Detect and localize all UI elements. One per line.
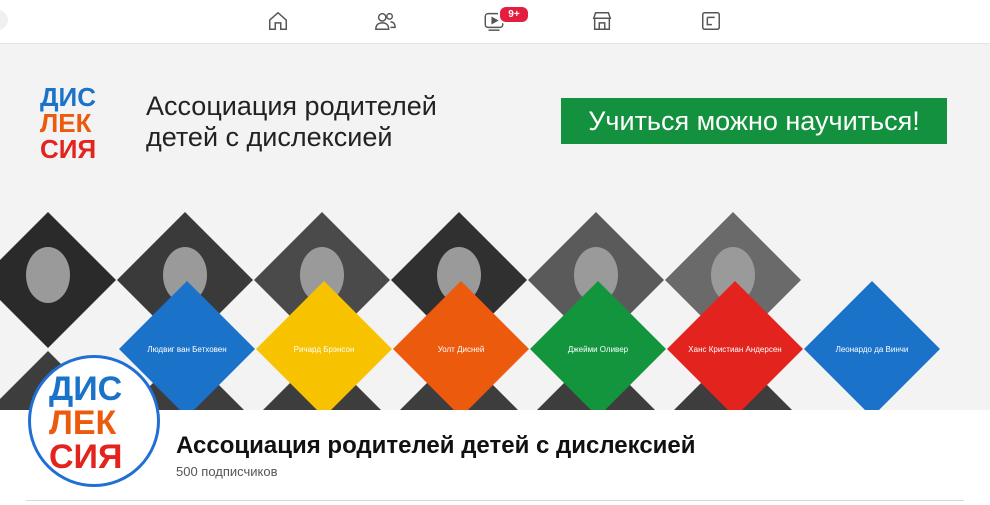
friends-icon[interactable] bbox=[373, 9, 397, 33]
divider bbox=[26, 500, 964, 501]
person-name-label: Джейми Оливер bbox=[568, 345, 629, 354]
page-avatar[interactable]: ДИС ЛЕК СИЯ bbox=[28, 355, 160, 487]
followers-count[interactable]: 500 подписчиков bbox=[176, 464, 278, 479]
profile-edge-avatar[interactable] bbox=[0, 10, 8, 30]
svg-text:ДИС: ДИС bbox=[49, 370, 122, 408]
person-name-label: Леонардо да Винчи bbox=[836, 345, 909, 354]
portrait-face bbox=[26, 247, 70, 303]
svg-text:ЛЕК: ЛЕК bbox=[49, 404, 117, 442]
person-name-label: Ханс Кристиан Андерсен bbox=[688, 345, 781, 354]
svg-text:СИЯ: СИЯ bbox=[49, 438, 122, 476]
top-navigation-bar: 9+ bbox=[0, 0, 990, 44]
video-notification-badge: 9+ bbox=[498, 5, 530, 24]
person-name-label: Уолт Дисней bbox=[438, 345, 485, 354]
famous-people-diamonds: Людвиг ван Бетховен Ричард Брэнсон Уолт Ди… bbox=[0, 212, 940, 410]
marketplace-icon[interactable] bbox=[590, 9, 614, 33]
gaming-icon[interactable] bbox=[699, 9, 723, 33]
person-name-label: Людвиг ван Бетховен bbox=[147, 345, 226, 354]
home-icon[interactable] bbox=[266, 9, 290, 33]
page-title: Ассоциация родителей детей с дислексией bbox=[176, 432, 696, 459]
cover-photo[interactable]: ДИС ЛЕК СИЯ Ассоциация родителей детей с… bbox=[0, 44, 990, 410]
person-name-label: Ричард Брэнсон bbox=[294, 345, 355, 354]
